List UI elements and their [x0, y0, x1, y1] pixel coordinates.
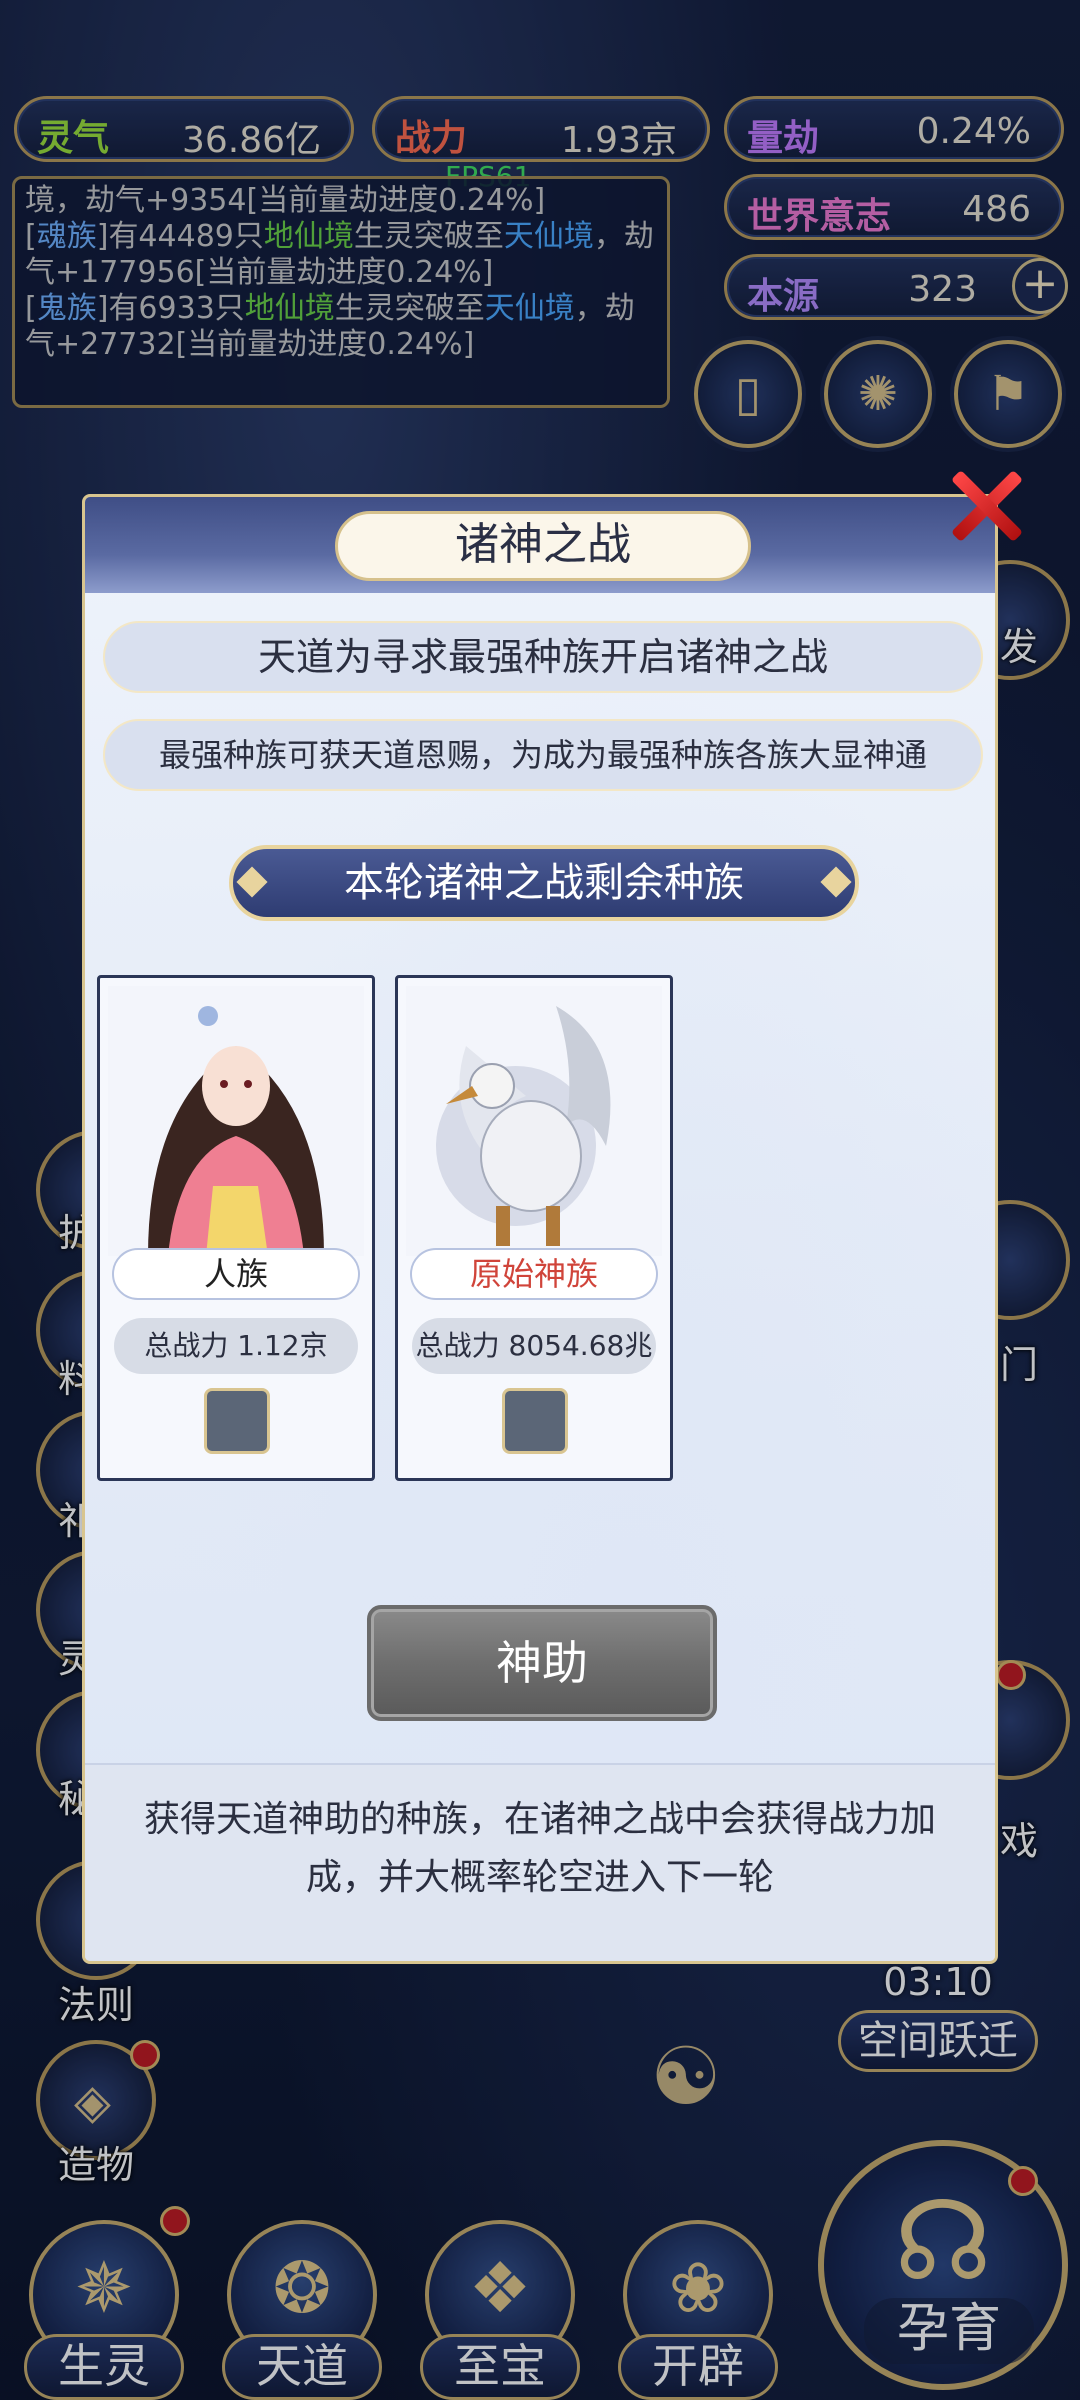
race-name: 原始神族 [410, 1248, 658, 1300]
close-dialog-button[interactable] [936, 458, 1032, 554]
intro-line-2: 最强种族可获天道恩赐，为成为最强种族各族大显神通 [103, 719, 983, 791]
human-portrait [108, 986, 364, 1256]
select-checkbox[interactable] [502, 1388, 568, 1454]
gem-icon [236, 866, 268, 898]
race-card[interactable]: 人族 总战力 1.12京 [97, 975, 375, 1481]
gem-icon [820, 866, 852, 898]
divine-help-button[interactable]: 神助 [367, 1605, 717, 1721]
dialog-title: 诸神之战 [335, 511, 751, 581]
select-checkbox[interactable] [204, 1388, 270, 1454]
intro-line-1: 天道为寻求最强种族开启诸神之战 [103, 621, 983, 693]
gods-war-dialog: 诸神之战 天道为寻求最强种族开启诸神之战 最强种族可获天道恩赐，为成为最强种族各… [82, 494, 998, 1964]
race-card[interactable]: 原始神族 总战力 8054.68兆 [395, 975, 673, 1481]
remaining-races-banner: 本轮诸神之战剩余种族 [229, 845, 859, 921]
race-power: 总战力 1.12京 [114, 1318, 358, 1374]
help-description: 获得天道神助的种族，在诸神之战中会获得战力加成，并大概率轮空进入下一轮 [85, 1763, 995, 1961]
race-name: 人族 [112, 1248, 360, 1300]
race-power: 总战力 8054.68兆 [412, 1318, 656, 1374]
primordial-god-portrait [406, 986, 662, 1256]
